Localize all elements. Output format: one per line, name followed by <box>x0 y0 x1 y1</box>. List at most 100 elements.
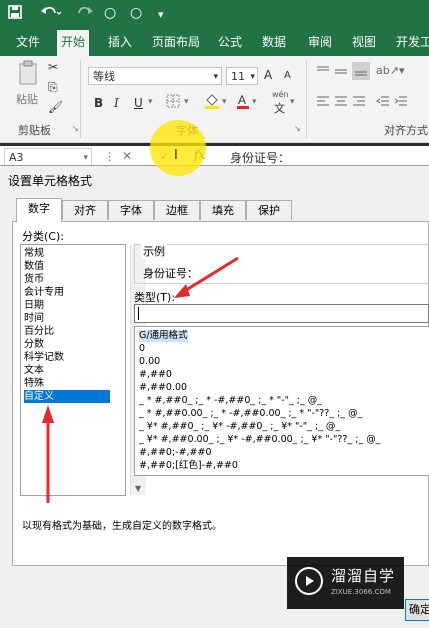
paste-icon[interactable] <box>18 60 40 89</box>
cancel-icon[interactable]: ✕ <box>122 149 132 163</box>
format-item[interactable]: _ * #,##0.00_ ;_ * -#,##0.00_ ;_ * "-"??… <box>139 408 362 420</box>
tab-number[interactable]: 数字 <box>16 198 62 222</box>
increase-font-size-button[interactable]: A <box>264 68 272 82</box>
italic-button[interactable]: I <box>114 96 119 110</box>
align-top-icon[interactable] <box>316 64 330 81</box>
format-list[interactable]: G/通用格式 0 0.00 #,##0 #,##0.00 _ * #,##0_ … <box>134 326 429 476</box>
text-cursor-icon: I <box>174 148 178 163</box>
sample-label: 示例 <box>141 243 167 259</box>
category-item[interactable]: 科学记数 <box>24 351 110 364</box>
category-item[interactable]: 日期 <box>24 299 110 312</box>
fill-color-dropdown-icon[interactable]: ▾ <box>222 97 227 107</box>
tab-data[interactable]: 数据 <box>258 30 290 56</box>
fill-color-icon[interactable] <box>204 92 220 113</box>
format-item[interactable]: _ ¥* #,##0.00_ ;_ ¥* -#,##0.00_ ;_ ¥* "-… <box>139 434 380 446</box>
copy-icon[interactable]: ⎘ <box>48 80 58 95</box>
circle-button-2[interactable]: ○ <box>130 5 142 21</box>
formula-content[interactable]: 身份证号： <box>230 149 290 166</box>
tab-developer[interactable]: 开发工 <box>392 30 429 56</box>
tab-view[interactable]: 视图 <box>348 30 380 56</box>
category-item[interactable]: 常规 <box>24 247 110 260</box>
font-name-value: 等线 <box>93 70 115 83</box>
font-size-combo[interactable]: 11 ▾ <box>226 67 258 85</box>
category-item[interactable]: 百分比 <box>24 325 110 338</box>
tab-fill[interactable]: 填充 <box>200 200 246 220</box>
save-icon[interactable] <box>8 5 22 23</box>
tab-file[interactable]: 文件 <box>12 30 44 56</box>
orientation-icon[interactable]: ab↗▾ <box>376 64 404 77</box>
dialog-title: 设置单元格格式 <box>8 174 93 188</box>
ok-button[interactable]: 确定 <box>405 599 429 621</box>
format-painter-icon[interactable]: 🖌 <box>48 100 63 114</box>
cut-icon[interactable]: ✂ <box>48 60 58 74</box>
tab-alignment[interactable]: 对齐 <box>62 200 108 220</box>
ribbon-home: 粘贴 ✂ ⎘ 🖌 剪贴板 ↘ 等线 ▾ 11 ▾ A A B I U ▾ ▾ ▾… <box>0 56 429 143</box>
format-item[interactable]: #,##0.00 <box>139 382 187 394</box>
tab-font[interactable]: 字体 <box>108 200 154 220</box>
category-item[interactable]: 文本 <box>24 364 110 377</box>
name-box-value: A3 <box>9 151 24 164</box>
category-list[interactable]: 常规 数值 货币 会计专用 日期 时间 百分比 分数 科学记数 文本 特殊 自定… <box>20 244 146 496</box>
format-item[interactable]: #,##0 <box>139 369 172 381</box>
redo-icon[interactable] <box>76 5 96 23</box>
tab-protection[interactable]: 保护 <box>246 200 292 220</box>
underline-dropdown-icon[interactable]: ▾ <box>148 97 153 107</box>
borders-dropdown-icon[interactable]: ▾ <box>184 97 189 107</box>
tab-home[interactable]: 开始 <box>57 30 90 56</box>
circle-button-1[interactable]: ○ <box>104 5 116 21</box>
category-label: 分类(C): <box>22 230 64 243</box>
increase-indent-icon[interactable] <box>394 94 408 111</box>
paste-label[interactable]: 粘贴 <box>16 91 38 107</box>
format-item[interactable]: _ ¥* #,##0_ ;_ ¥* -#,##0_ ;_ ¥* "-"_ ;_ … <box>139 421 340 433</box>
more-options-icon[interactable]: ⋮ <box>104 150 115 163</box>
category-item-custom[interactable]: 自定义 <box>24 390 110 403</box>
align-left-icon[interactable] <box>316 94 330 111</box>
phonetic-wen-label[interactable]: wén <box>272 90 289 99</box>
tab-page-layout[interactable]: 页面布局 <box>148 30 204 56</box>
category-item[interactable]: 分数 <box>24 338 110 351</box>
align-middle-icon[interactable] <box>334 64 348 81</box>
decrease-indent-icon[interactable] <box>376 94 390 111</box>
phonetic-icon[interactable]: 文 <box>274 100 285 116</box>
format-item[interactable]: #,##0;[红色]-#,##0 <box>139 460 238 472</box>
align-bottom-icon[interactable] <box>352 62 370 80</box>
font-name-combo[interactable]: 等线 ▾ <box>88 67 222 85</box>
text-cursor <box>138 307 139 320</box>
watermark-url: ZIXUE.3066.COM <box>331 588 391 596</box>
font-launcher-icon[interactable]: ↘ <box>294 124 301 133</box>
format-description: 以现有格式为基础，生成自定义的数字格式。 <box>22 521 222 532</box>
format-item[interactable]: #,##0;-#,##0 <box>139 447 212 459</box>
customize-toolbar-icon[interactable]: ▾ <box>158 8 164 21</box>
alignment-group-label: 对齐方式 <box>384 124 428 137</box>
format-item[interactable]: _ * #,##0_ ;_ * -#,##0_ ;_ * "-"_ ;_ @_ <box>139 395 322 407</box>
clipboard-launcher-icon[interactable]: ↘ <box>72 124 79 133</box>
format-item[interactable]: 0 <box>139 343 145 355</box>
category-item[interactable]: 货币 <box>24 273 110 286</box>
align-center-icon[interactable] <box>334 94 348 111</box>
tab-formulas[interactable]: 公式 <box>214 30 246 56</box>
sample-value: 身份证号： <box>143 267 198 280</box>
sample-group: 示例 身份证号： <box>134 243 429 284</box>
tab-review[interactable]: 审阅 <box>304 30 336 56</box>
phonetic-dropdown-icon[interactable]: ▾ <box>290 97 295 107</box>
bold-button[interactable]: B <box>94 96 103 110</box>
font-color-icon[interactable]: A <box>236 92 250 113</box>
font-color-dropdown-icon[interactable]: ▾ <box>252 97 257 107</box>
scroll-down-icon[interactable]: ▼ <box>135 484 141 493</box>
underline-button[interactable]: U <box>134 96 143 110</box>
undo-icon[interactable] <box>40 5 62 23</box>
align-right-icon[interactable] <box>352 94 366 111</box>
separator <box>306 60 307 138</box>
category-item[interactable]: 时间 <box>24 312 110 325</box>
category-item[interactable]: 特殊 <box>24 377 110 390</box>
tab-border[interactable]: 边框 <box>154 200 200 220</box>
tab-insert[interactable]: 插入 <box>104 30 136 56</box>
decrease-font-size-button[interactable]: A <box>284 70 291 81</box>
category-item[interactable]: 会计专用 <box>24 286 110 299</box>
format-item[interactable]: G/通用格式 <box>139 330 188 342</box>
borders-icon[interactable] <box>166 94 180 111</box>
name-box[interactable]: A3 ▾ <box>4 148 92 166</box>
category-item[interactable]: 数值 <box>24 260 110 273</box>
type-input[interactable] <box>134 304 429 323</box>
format-item[interactable]: 0.00 <box>139 356 160 368</box>
